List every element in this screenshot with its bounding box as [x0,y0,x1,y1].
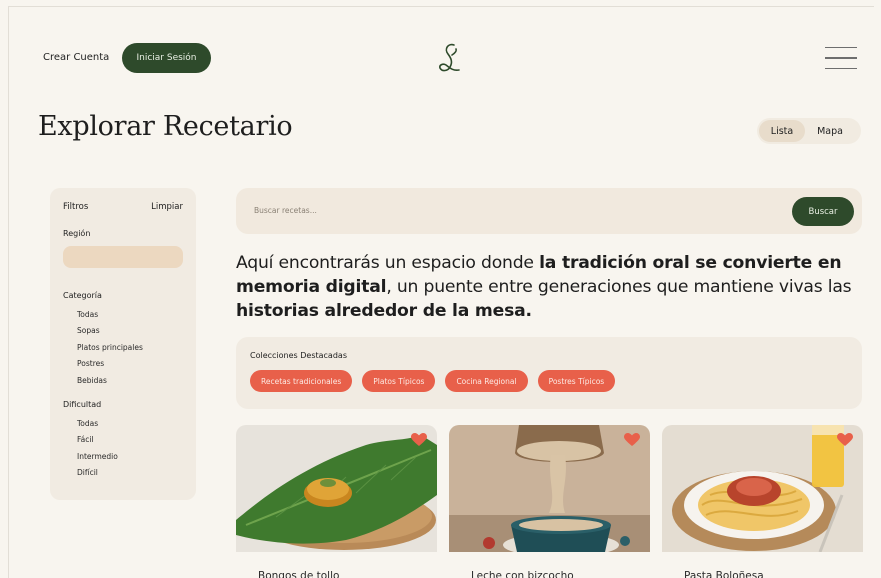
region-select[interactable] [63,246,183,268]
category-option[interactable]: Todas [77,307,183,323]
collection-chip[interactable]: Recetas tradicionales [250,370,353,392]
region-label: Región [63,229,91,238]
recipe-title[interactable]: Leche con bizcocho [449,570,650,578]
intro-text: Aquí encontrarás un espacio donde la tra… [236,253,852,321]
pasta-dish-image [662,425,863,552]
collection-chip[interactable]: Platos Típicos [362,370,436,392]
category-list: Todas Sopas Platos principales Postres B… [63,307,183,389]
featured-collections: Colecciones Destacadas Recetas tradicion… [236,337,862,409]
recipe-card[interactable]: Pasta Boloñesa [662,425,863,578]
recipe-image [236,425,437,552]
collections-title: Colecciones Destacadas [250,351,347,360]
favorite-heart-icon[interactable] [837,433,853,447]
recipe-image [449,425,650,552]
collection-chip[interactable]: Postres Típicos [537,370,616,392]
category-option[interactable]: Sopas [77,323,183,339]
category-label: Categoría [63,291,102,300]
banana-leaf-dish-image [236,425,437,552]
search-input[interactable] [254,206,754,215]
search-button[interactable]: Buscar [792,197,854,226]
category-option[interactable]: Platos principales [77,340,183,356]
view-list-button[interactable]: Lista [759,120,805,142]
page-title: Explorar Recetario [38,111,293,142]
difficulty-option[interactable]: Difícil [77,465,183,481]
clear-filters-button[interactable]: Limpiar [151,202,183,212]
recipe-card[interactable]: Leche con bizcocho [449,425,650,578]
recipe-image [662,425,863,552]
view-toggle: Lista Mapa [757,118,861,144]
category-option[interactable]: Postres [77,356,183,372]
difficulty-option[interactable]: Intermedio [77,449,183,465]
recipe-card[interactable]: Bongos de tollo [236,425,437,578]
favorite-heart-icon[interactable] [411,433,427,447]
difficulty-list: Todas Fácil Intermedio Difícil [63,416,183,482]
search-bar: Buscar [236,188,862,234]
filters-sidebar: Filtros Limpiar Región Categoría Todas S… [50,188,196,500]
app-frame: Crear Cuenta Iniciar Sesión Explorar Rec… [8,6,874,578]
login-button[interactable]: Iniciar Sesión [122,43,211,73]
top-navigation: Crear Cuenta Iniciar Sesión [9,41,874,77]
difficulty-option[interactable]: Fácil [77,432,183,448]
difficulty-label: Dificultad [63,399,102,409]
filters-title: Filtros [63,202,89,212]
create-account-link[interactable]: Crear Cuenta [43,52,109,63]
difficulty-option[interactable]: Todas [77,416,183,432]
recipe-title[interactable]: Bongos de tollo [236,570,437,578]
favorite-heart-icon[interactable] [624,433,640,447]
category-option[interactable]: Bebidas [77,373,183,389]
recipe-title[interactable]: Pasta Boloñesa [662,570,863,578]
menu-icon[interactable] [825,47,857,69]
view-map-button[interactable]: Mapa [805,120,855,142]
collection-chip[interactable]: Cocina Regional [445,370,528,392]
milk-drink-image [449,425,650,552]
logo-icon[interactable] [435,41,465,77]
